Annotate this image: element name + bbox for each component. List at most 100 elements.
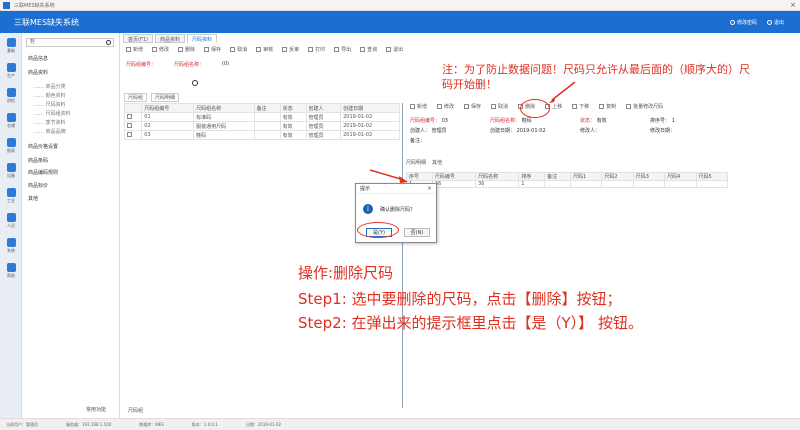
column-header[interactable]: 尺码组编号: [141, 103, 195, 113]
column-header[interactable]: 状态: [279, 103, 307, 113]
panel-splitter[interactable]: [402, 103, 403, 408]
detail-batch-edit-button[interactable]: 批量修改尺码: [626, 103, 663, 110]
rail-item-craft[interactable]: 工艺: [0, 183, 22, 208]
form-value[interactable]: 1: [672, 118, 675, 124]
save-button[interactable]: 保存: [204, 46, 221, 53]
rail-item-qc[interactable]: 质检: [0, 83, 22, 108]
tree-item[interactable]: 商品信息: [28, 55, 48, 62]
tree-item[interactable]: 商品资料: [28, 69, 48, 76]
rail-item-device[interactable]: 设备: [0, 158, 22, 183]
rail-item-help[interactable]: 帮助: [0, 258, 22, 283]
tree-item[interactable]: …… 商品分类: [34, 83, 66, 90]
rail-item-staff[interactable]: 人员: [0, 208, 22, 233]
table-row[interactable]: 01 标准码 有效 管理员 2019-01-02: [123, 112, 400, 122]
table-cell: 36: [431, 180, 477, 188]
table-row[interactable]: 1 36 36 1: [406, 180, 729, 188]
delete-button[interactable]: 删除: [178, 46, 195, 53]
table-cell: 1: [518, 180, 546, 188]
instruction-step1: Step1: 选中要删除的尺码，点击【删除】按钮；: [298, 290, 622, 308]
detail-move-down-button[interactable]: 下移: [572, 103, 589, 110]
rail-item-system[interactable]: 系统: [0, 233, 22, 258]
column-header[interactable]: 创建日期: [340, 103, 400, 113]
rail-item-base[interactable]: 基础: [0, 33, 22, 58]
column-header[interactable]: 尺码编号: [431, 172, 477, 181]
detail-tab-other[interactable]: 其他: [432, 159, 442, 166]
search-icon[interactable]: [192, 80, 198, 86]
change-password-link[interactable]: 修改密码: [729, 19, 757, 26]
gear-icon: [729, 19, 735, 25]
exit-label: 退出: [393, 46, 404, 53]
form-value[interactable]: 03: [442, 118, 448, 124]
table-cell: 02: [141, 121, 195, 131]
detail-copy-button[interactable]: 复制: [599, 103, 616, 110]
rail-item-report[interactable]: 报表: [0, 133, 22, 158]
table-row[interactable]: 03 鞋码 有效 管理员 2019-01-02: [123, 130, 400, 140]
tree-item[interactable]: …… 颜色资料: [34, 92, 66, 99]
subtab-size-group[interactable]: 尺码组: [124, 93, 148, 102]
bottom-tab[interactable]: 尺码组: [128, 407, 143, 414]
column-header[interactable]: 排序: [518, 172, 546, 181]
rail-item-label: 仓储: [7, 122, 15, 128]
detail-add-button[interactable]: 新增: [410, 103, 427, 110]
row-checkbox[interactable]: [123, 130, 143, 140]
no-button[interactable]: 否(N): [404, 228, 430, 237]
audit-button[interactable]: 审核: [256, 46, 273, 53]
tab-goods[interactable]: 商品资料: [154, 34, 185, 43]
detail-edit-button[interactable]: 修改: [437, 103, 454, 110]
tree-item[interactable]: …… 尺码组资料: [34, 110, 71, 117]
cancel-button[interactable]: 取消: [230, 46, 247, 53]
tree-item[interactable]: …… 季节资料: [34, 119, 66, 126]
rail-item-label: 基础: [7, 47, 15, 53]
detail-move-down-label: 下移: [579, 104, 590, 110]
column-header[interactable]: 尺码5: [695, 172, 729, 181]
tree-item[interactable]: 商品标价: [28, 182, 48, 189]
warehouse-icon: [6, 112, 16, 122]
column-header[interactable]: 备注: [253, 103, 281, 113]
add-button[interactable]: 新增: [126, 46, 143, 53]
subtab-size-detail[interactable]: 尺码明细: [151, 93, 180, 102]
query-button[interactable]: 查询: [360, 46, 377, 53]
detail-cancel-button[interactable]: 取消: [491, 103, 508, 110]
tree-footer-label[interactable]: 常用功能: [86, 406, 106, 413]
tree-item[interactable]: 商品价格设置: [28, 143, 58, 150]
table-cell: 管理员: [305, 130, 342, 140]
tree-item[interactable]: …… 尺码资料: [34, 101, 66, 108]
form-value[interactable]: 2019-01-02: [517, 128, 546, 134]
column-header[interactable]: 尺码3: [632, 172, 666, 181]
row-checkbox[interactable]: [123, 121, 143, 131]
rail-item-warehouse[interactable]: 仓储: [0, 108, 22, 133]
column-header[interactable]: 尺码1: [570, 172, 603, 181]
detail-save-button[interactable]: 保存: [464, 103, 481, 110]
column-header[interactable]: 尺码2: [601, 172, 634, 181]
logout-link[interactable]: 退出: [766, 19, 784, 26]
form-value[interactable]: 鞋码: [522, 118, 532, 124]
column-header: 序号: [406, 172, 433, 181]
column-header[interactable]: 备注: [544, 172, 572, 181]
export-button[interactable]: 导出: [334, 46, 351, 53]
table-row[interactable]: 02 服装通用尺码 有效 管理员 2019-01-02: [123, 121, 400, 131]
column-header[interactable]: 尺码名称: [475, 172, 520, 181]
tree-item[interactable]: …… 商品品牌: [34, 128, 66, 135]
exit-button[interactable]: 退出: [386, 46, 403, 53]
tab-home[interactable]: 首页(F1): [123, 34, 153, 43]
row-checkbox[interactable]: [123, 112, 143, 122]
print-button[interactable]: 打印: [308, 46, 325, 53]
detail-tab-size-detail[interactable]: 尺码明细: [406, 159, 426, 166]
column-header[interactable]: 尺码4: [664, 172, 697, 181]
tree-item[interactable]: 商品编码规则: [28, 169, 58, 176]
column-header[interactable]: 创建人: [305, 103, 342, 113]
close-icon[interactable]: ×: [427, 185, 432, 192]
tree-item[interactable]: 商品条码: [28, 157, 48, 164]
tree-search-input[interactable]: 鞋: [26, 38, 114, 47]
edit-button[interactable]: 修改: [152, 46, 169, 53]
rail-item-production[interactable]: 生产: [0, 58, 22, 83]
tab-size[interactable]: 尺码资料: [186, 34, 217, 43]
form-value[interactable]: 管理员: [432, 128, 447, 134]
tree-item[interactable]: 其他: [28, 195, 38, 202]
form-value[interactable]: 有效: [597, 118, 607, 124]
column-header[interactable]: 尺码组名称: [193, 103, 255, 113]
main-toolbar: 新增 修改 删除 保存 取消 审核 反审 打印 导出 查询 退出: [122, 44, 798, 54]
window-close-icon[interactable]: ×: [786, 1, 800, 9]
search-icon[interactable]: [106, 40, 111, 45]
unaudit-button[interactable]: 反审: [282, 46, 299, 53]
